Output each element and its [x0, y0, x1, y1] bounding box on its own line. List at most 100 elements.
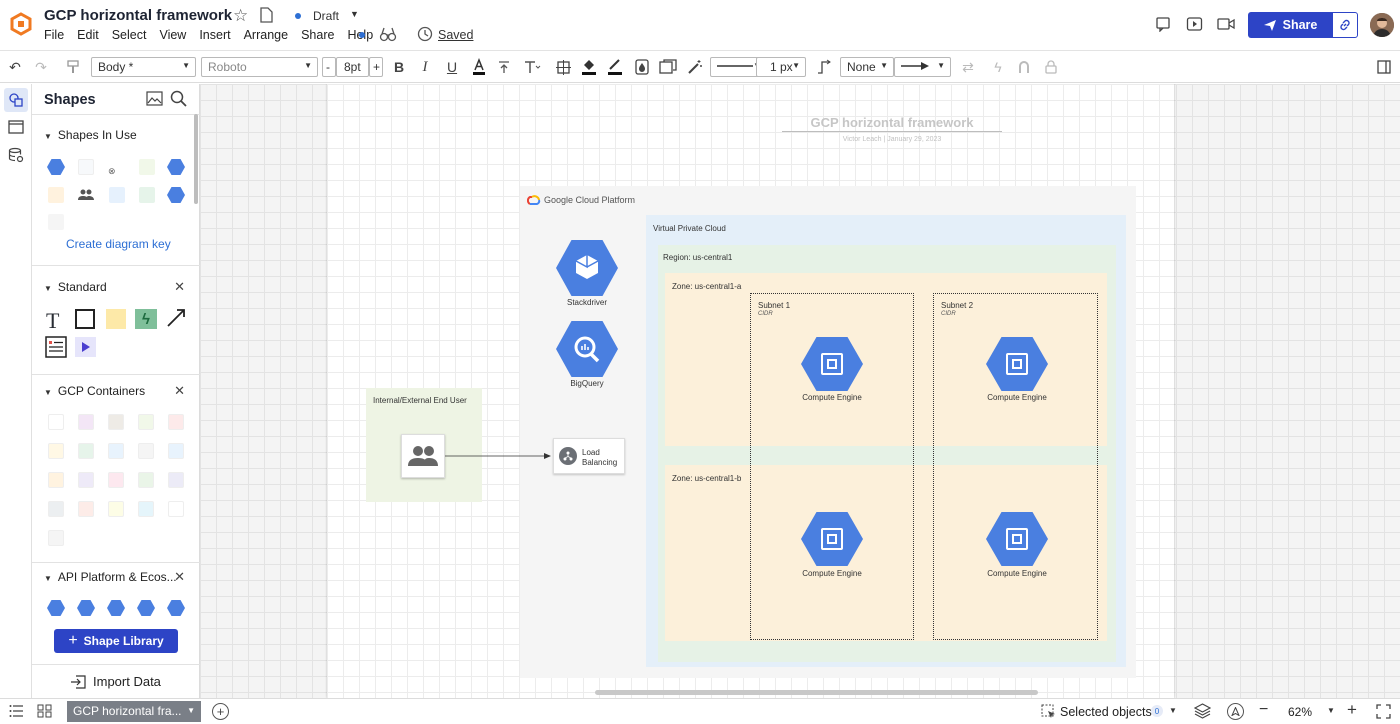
video-icon[interactable] — [1217, 17, 1235, 34]
layers-icon[interactable] — [1193, 703, 1212, 722]
container-thumb[interactable] — [109, 187, 125, 203]
create-diagram-key-link[interactable]: Create diagram key — [66, 237, 171, 251]
italic-button[interactable]: I — [416, 51, 434, 83]
container-thumb[interactable] — [139, 159, 155, 175]
lb-icon-thumb[interactable]: ⊗ — [108, 166, 116, 177]
menu-edit[interactable]: Edit — [77, 28, 99, 42]
users-icon-thumb[interactable] — [78, 188, 94, 205]
list-shape-icon[interactable] — [45, 336, 67, 361]
chevron-down-icon[interactable]: ▼ — [1169, 706, 1177, 715]
swap-arrows-icon[interactable]: ⇄ — [958, 51, 978, 83]
container-swatch[interactable] — [48, 472, 64, 488]
container-thumb[interactable] — [78, 159, 94, 175]
diagram-subtitle[interactable]: Victor Leach | January 29, 2023 — [782, 136, 1002, 143]
lock-icon[interactable] — [1041, 51, 1061, 83]
redo-icon[interactable]: ↷ — [30, 51, 52, 83]
text-options-icon[interactable] — [521, 51, 543, 83]
menu-insert[interactable]: Insert — [199, 28, 230, 42]
container-swatch[interactable] — [168, 414, 184, 430]
chevron-down-icon[interactable]: ▼ — [187, 706, 195, 715]
crop-icon[interactable] — [553, 51, 573, 83]
navigate-icon[interactable] — [1227, 703, 1244, 720]
container-swatch[interactable] — [108, 443, 124, 459]
selected-objects-label[interactable]: Selected objects — [1060, 705, 1152, 719]
container-swatch[interactable] — [48, 443, 64, 459]
add-page-icon[interactable]: + — [212, 703, 229, 720]
api-shape-thumb[interactable] — [137, 600, 155, 616]
api-shape-thumb[interactable] — [167, 600, 185, 616]
container-swatch[interactable] — [78, 414, 94, 430]
panel-scrollbar[interactable] — [194, 114, 198, 204]
text-align-icon[interactable] — [495, 51, 513, 83]
undo-icon[interactable]: ↶ — [4, 51, 26, 83]
container-swatch[interactable] — [138, 443, 154, 459]
container-swatch[interactable] — [48, 414, 64, 430]
container-swatch[interactable] — [168, 472, 184, 488]
text-style-select[interactable]: Body * ▼ — [91, 57, 196, 77]
container-swatch[interactable] — [78, 443, 94, 459]
font-size-input[interactable]: 8pt — [336, 57, 369, 77]
action-shape-icon[interactable]: ϟ — [135, 309, 157, 329]
shadow-icon[interactable] — [658, 51, 678, 83]
gcp-shape-thumb[interactable] — [167, 187, 185, 203]
diagram-title[interactable]: GCP horizontal framework — [782, 115, 1002, 132]
api-shape-thumb[interactable] — [107, 600, 125, 616]
container-thumb[interactable] — [139, 187, 155, 203]
grid-view-icon[interactable] — [37, 704, 52, 721]
connector-style-icon[interactable] — [814, 51, 834, 83]
present-icon[interactable] — [1186, 16, 1203, 35]
gcp-shape-thumb[interactable] — [167, 159, 185, 175]
right-panel-toggle-icon[interactable] — [1374, 51, 1394, 83]
chevron-down-icon[interactable]: ▼ — [350, 9, 359, 19]
container-thumb[interactable] — [48, 187, 64, 203]
container-swatch[interactable] — [48, 501, 64, 517]
underline-button[interactable]: U — [443, 51, 461, 83]
arrow-end-select[interactable]: ▼ — [894, 57, 951, 77]
line-color-icon[interactable] — [605, 51, 625, 83]
section-standard[interactable]: ▼ Standard — [44, 280, 107, 294]
saved-status[interactable]: Saved — [438, 28, 473, 42]
zoom-in-button[interactable]: + — [1347, 700, 1357, 720]
magnet-icon[interactable] — [1014, 51, 1034, 83]
fullscreen-icon[interactable] — [1376, 704, 1391, 722]
font-size-decrease[interactable]: - — [322, 57, 336, 77]
container-swatch[interactable] — [138, 501, 154, 517]
magic-wand-icon[interactable] — [684, 51, 706, 83]
container-swatch[interactable] — [78, 501, 94, 517]
sticky-note-icon[interactable] — [106, 309, 126, 329]
menu-view[interactable]: View — [159, 28, 186, 42]
search-icon[interactable] — [170, 90, 187, 110]
menu-select[interactable]: Select — [112, 28, 147, 42]
container-swatch[interactable] — [138, 472, 154, 488]
container-swatch[interactable] — [108, 501, 124, 517]
zoom-out-button[interactable]: − — [1259, 701, 1268, 719]
container-swatch[interactable] — [108, 414, 124, 430]
document-title[interactable]: GCP horizontal framework — [44, 7, 232, 24]
bold-button[interactable]: B — [390, 51, 408, 83]
list-view-icon[interactable] — [9, 704, 24, 721]
container-swatch[interactable] — [108, 472, 124, 488]
pages-tab-icon[interactable] — [4, 116, 28, 138]
menu-share[interactable]: Share — [301, 28, 334, 42]
api-shape-thumb[interactable] — [47, 600, 65, 616]
close-icon[interactable]: ✕ — [174, 279, 185, 295]
line-width-select[interactable]: 1 px ▼ — [756, 57, 806, 77]
video-shape-icon[interactable] — [75, 337, 96, 357]
api-shape-thumb[interactable] — [77, 600, 95, 616]
rectangle-shape-icon[interactable] — [75, 309, 95, 329]
text-shape-icon[interactable]: T — [46, 308, 59, 334]
font-size-increase[interactable]: + — [369, 57, 383, 77]
shapes-tab-icon[interactable] — [4, 88, 28, 112]
container-swatch[interactable] — [48, 530, 64, 546]
menu-file[interactable]: File — [44, 28, 64, 42]
container-swatch[interactable] — [168, 443, 184, 459]
text-color-icon[interactable] — [470, 51, 488, 83]
opacity-icon[interactable] — [632, 51, 652, 83]
comment-icon[interactable] — [1155, 16, 1171, 35]
users-icon[interactable] — [401, 434, 445, 478]
lightning-icon[interactable]: ϟ — [988, 51, 1008, 83]
close-icon[interactable]: ✕ — [174, 383, 185, 399]
user-avatar[interactable] — [1370, 13, 1394, 37]
data-tab-icon[interactable] — [4, 144, 28, 166]
container-thumb[interactable] — [48, 214, 64, 230]
